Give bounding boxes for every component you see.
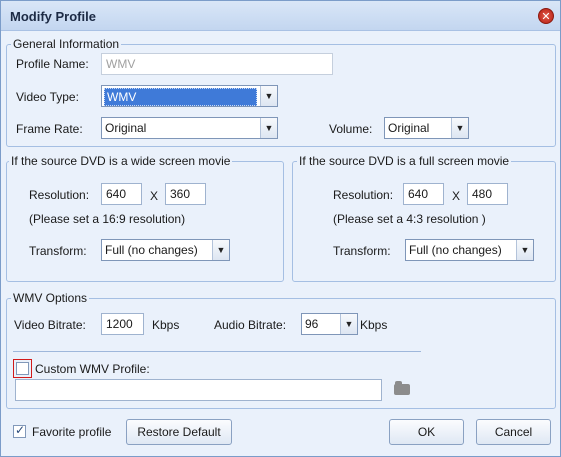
video-type-select[interactable]: WMV ▼	[101, 85, 278, 107]
full-width-value: 640	[408, 187, 429, 201]
audio-bitrate-label: Audio Bitrate:	[214, 318, 287, 332]
volume-value: Original	[388, 121, 430, 135]
full-resolution-hint: (Please set a 4:3 resolution )	[333, 212, 486, 226]
wmv-divider	[13, 351, 421, 352]
ok-button[interactable]: OK	[389, 419, 464, 445]
full-resolution-label: Resolution:	[333, 188, 394, 202]
frame-rate-select[interactable]: Original ▼	[101, 117, 278, 139]
custom-wmv-profile-checkbox[interactable]	[13, 359, 32, 378]
full-x-label: X	[452, 189, 461, 203]
restore-default-label: Restore Default	[137, 425, 221, 439]
wmv-options-legend: WMV Options	[13, 291, 88, 305]
chevron-down-icon[interactable]: ▼	[212, 240, 229, 260]
chevron-down-icon[interactable]: ▼	[260, 86, 277, 106]
volume-label: Volume:	[329, 122, 373, 136]
wide-resolution-label: Resolution:	[29, 188, 90, 202]
chevron-down-icon[interactable]: ▼	[340, 314, 357, 334]
full-transform-select[interactable]: Full (no changes) ▼	[405, 239, 534, 261]
full-screen-legend: If the source DVD is a full screen movie	[299, 154, 510, 168]
video-type-value: WMV	[104, 88, 257, 106]
close-button[interactable]: ✕	[538, 8, 554, 24]
chevron-down-icon[interactable]: ▼	[260, 118, 277, 138]
full-transform-label: Transform:	[333, 244, 391, 258]
audio-bitrate-value: 96	[305, 317, 319, 331]
custom-wmv-profile-label: Custom WMV Profile:	[35, 362, 150, 376]
modify-profile-dialog: Modify Profile ✕ General Information Pro…	[0, 0, 561, 457]
chevron-down-icon[interactable]: ▼	[451, 118, 468, 138]
wide-transform-label: Transform:	[29, 244, 87, 258]
full-transform-value: Full (no changes)	[409, 243, 502, 257]
audio-bitrate-unit: Kbps	[360, 318, 388, 332]
close-icon: ✕	[541, 11, 551, 23]
wide-transform-select[interactable]: Full (no changes) ▼	[101, 239, 230, 261]
folder-icon[interactable]	[394, 381, 410, 395]
favorite-profile-label: Favorite profile	[32, 425, 112, 439]
window-title: Modify Profile	[10, 9, 96, 24]
profile-name-value: WMV	[106, 57, 136, 71]
custom-profile-path-input[interactable]	[15, 379, 382, 401]
general-information-legend: General Information	[13, 37, 120, 51]
profile-name-input[interactable]: WMV	[101, 53, 333, 75]
ok-label: OK	[417, 425, 436, 439]
wide-width-input[interactable]: 640	[101, 183, 142, 205]
frame-rate-label: Frame Rate:	[16, 122, 83, 136]
wide-width-value: 640	[106, 187, 127, 201]
full-width-input[interactable]: 640	[403, 183, 444, 205]
cancel-label: Cancel	[494, 425, 533, 439]
chevron-down-icon[interactable]: ▼	[516, 240, 533, 260]
video-bitrate-unit: Kbps	[152, 318, 180, 332]
checkmark-icon: ✓	[15, 423, 26, 437]
restore-default-button[interactable]: Restore Default	[126, 419, 232, 445]
volume-select[interactable]: Original ▼	[384, 117, 469, 139]
wide-screen-legend: If the source DVD is a wide screen movie	[11, 154, 231, 168]
favorite-profile-checkbox[interactable]: ✓	[13, 423, 26, 438]
video-bitrate-label: Video Bitrate:	[14, 318, 86, 332]
cancel-button[interactable]: Cancel	[476, 419, 551, 445]
wide-height-value: 360	[170, 187, 191, 201]
audio-bitrate-select[interactable]: 96 ▼	[301, 313, 358, 335]
wide-x-label: X	[150, 189, 159, 203]
wide-height-input[interactable]: 360	[165, 183, 206, 205]
full-height-input[interactable]: 480	[467, 183, 508, 205]
full-height-value: 480	[472, 187, 493, 201]
frame-rate-value: Original	[105, 121, 147, 135]
wide-resolution-hint: (Please set a 16:9 resolution)	[29, 212, 186, 226]
video-bitrate-value: 1200	[106, 317, 133, 331]
profile-name-label: Profile Name:	[16, 57, 89, 71]
title-bar: Modify Profile ✕	[1, 1, 560, 31]
wide-transform-value: Full (no changes)	[105, 243, 198, 257]
video-bitrate-input[interactable]: 1200	[101, 313, 144, 335]
video-type-label: Video Type:	[16, 90, 79, 104]
